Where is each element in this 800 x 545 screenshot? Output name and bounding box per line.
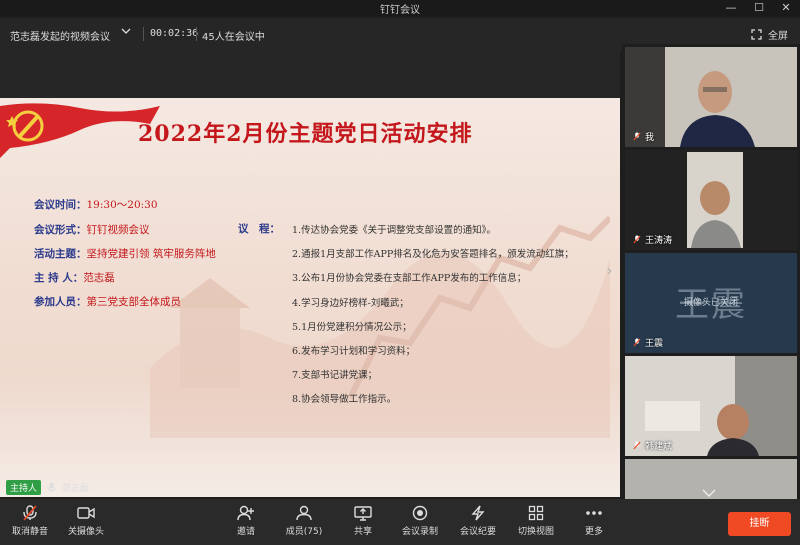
agenda-item: 3.公布1月份协会党委在支部工作APP发布的工作信息；	[292, 273, 527, 285]
agenda-list: 1.传达协会党委《关于调整党支部设置的通知》。 2.通报1月支部工作APP排名及…	[292, 222, 574, 416]
participant-tile[interactable]: 王涛涛	[625, 150, 797, 250]
minutes-button[interactable]: 会议纪要	[448, 503, 508, 537]
divider	[196, 27, 197, 41]
chevron-right-icon[interactable]: ›	[607, 264, 612, 279]
unmute-label: 取消静音	[11, 527, 48, 537]
switch-view-button[interactable]: 切换视图	[506, 503, 566, 537]
chevron-down-icon[interactable]	[121, 26, 131, 39]
agenda-item: 6.发布学习计划和学习资料；	[292, 345, 416, 357]
microphone-icon	[47, 482, 56, 492]
field-host: 主 持 人：范志磊	[34, 272, 115, 284]
minutes-label: 会议纪要	[459, 527, 496, 537]
mic-muted-icon	[23, 505, 37, 521]
participant-tile[interactable]: 韩建斌	[625, 356, 797, 456]
more-button[interactable]: 更多	[564, 503, 624, 537]
field-time: 会议时间：19:30～20:30	[34, 199, 158, 211]
mic-muted-icon	[633, 235, 641, 244]
invite-label: 邀请	[236, 527, 255, 537]
screen-share-icon	[354, 506, 372, 521]
mic-muted-icon	[633, 441, 641, 450]
agenda-item: 7.支部书记讲党课；	[292, 370, 378, 382]
fullscreen-label: 全屏	[768, 31, 788, 42]
divider	[143, 27, 144, 41]
participant-label: 韩建斌	[633, 439, 672, 452]
participant-tile[interactable]: 王震 摄像头已关闭 王震	[625, 253, 797, 353]
invite-button[interactable]: 邀请	[216, 503, 276, 537]
mic-muted-icon	[633, 338, 641, 347]
switch-view-label: 切换视图	[517, 527, 554, 537]
host-name: 范志磊	[62, 483, 90, 494]
shared-slide: 2022年2月份主题党日活动安排 会议时间：19:30～20:30 会议形式：钉…	[0, 98, 620, 497]
fullscreen-icon	[751, 29, 762, 40]
meeting-topic[interactable]: 范志磊发起的视频会议	[10, 28, 110, 43]
field-theme: 活动主题：坚持党建引领 筑牢服务阵地	[34, 248, 216, 260]
members-button[interactable]: 成员(75)	[274, 503, 334, 537]
agenda-item: 1.传达协会党委《关于调整党支部设置的通知》。	[292, 225, 496, 236]
meeting-timer: 00:02:36	[150, 28, 199, 39]
more-dots-icon	[586, 511, 602, 515]
participant-label: 王震	[633, 336, 663, 349]
camera-off-status: 摄像头已关闭	[683, 298, 738, 308]
unmute-button[interactable]: 取消静音	[0, 503, 60, 537]
title-bar: 钉钉会议 — ☐ ✕	[0, 0, 800, 16]
chevron-down-icon[interactable]	[702, 486, 716, 500]
maximize-icon[interactable]: ☐	[748, 0, 770, 16]
participant-tile[interactable]: 我	[625, 47, 797, 147]
share-label: 共享	[353, 527, 372, 537]
record-button[interactable]: 会议录制	[390, 503, 450, 537]
agenda-item: 5.1月份党建积分情况公示；	[292, 321, 412, 333]
participant-label: 我	[633, 130, 654, 143]
camera-label: 关摄像头	[67, 527, 104, 537]
party-flag-emblem	[0, 103, 160, 158]
agenda-label: 议 程：	[238, 223, 280, 235]
field-attendees: 参加人员：第三党支部全体成员	[34, 296, 181, 308]
agenda-item: 4.学习身边好榜样-刘曦武；	[292, 297, 409, 309]
meeting-toolbar: 取消静音 关摄像头 邀请 成员(75) 共享 会议录制 会议纪要 切换视图 更多…	[0, 499, 800, 545]
participant-panel: 我 王涛涛 王震 摄像头已关闭 王震 韩建斌	[622, 44, 800, 499]
minimize-icon[interactable]: —	[720, 0, 742, 16]
shared-screen-stage: 2022年2月份主题党日活动安排 会议时间：19:30～20:30 会议形式：钉…	[0, 50, 620, 497]
host-badge: 主持人	[6, 479, 42, 495]
app-title: 钉钉会议	[380, 5, 420, 16]
members-label: 成员(75)	[285, 527, 323, 537]
hangup-button[interactable]: 挂断	[728, 512, 791, 536]
close-icon[interactable]: ✕	[775, 0, 797, 16]
more-label: 更多	[584, 527, 603, 537]
lightning-icon	[471, 505, 485, 521]
agenda-item: 2.通报1月支部工作APP排名及化危为安答题排名，颁发流动红旗；	[292, 249, 574, 261]
share-button[interactable]: 共享	[333, 503, 393, 537]
fullscreen-button[interactable]: 全屏	[751, 27, 788, 42]
participant-label: 王涛涛	[633, 233, 672, 246]
record-icon	[412, 505, 428, 521]
camera-button[interactable]: 关摄像头	[56, 503, 116, 537]
field-format: 会议形式：钉钉视频会议	[34, 224, 150, 236]
video-camera-icon	[77, 507, 95, 519]
mic-muted-icon	[633, 132, 641, 141]
add-user-icon	[237, 505, 254, 521]
grid-view-icon	[528, 505, 544, 521]
users-icon	[296, 505, 312, 521]
host-indicator: 主持人 范志磊	[0, 478, 89, 496]
slide-title: 2022年2月份主题党日活动安排	[138, 121, 473, 147]
agenda-item: 8.协会领导做工作指示。	[292, 394, 397, 406]
record-label: 会议录制	[401, 527, 438, 537]
participant-count: 45人在会议中	[202, 32, 265, 43]
